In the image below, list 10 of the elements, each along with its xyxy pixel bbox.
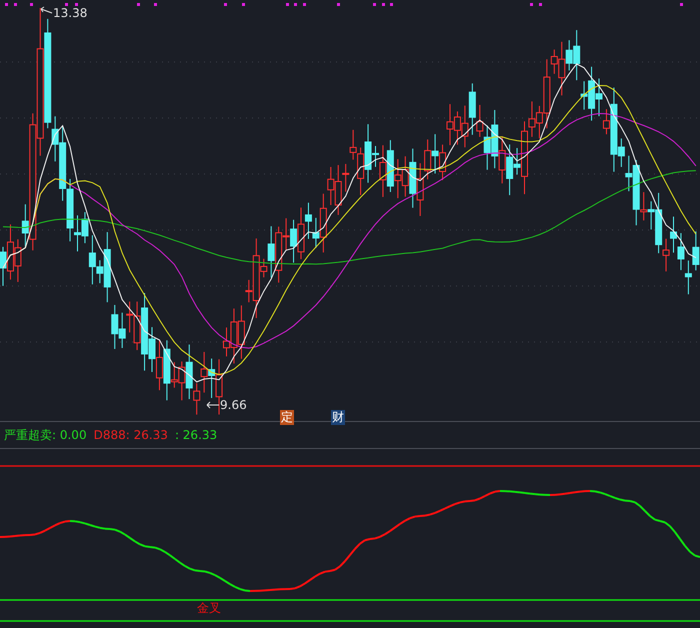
legend-text: D888: 26.33 [94,428,168,442]
leader-line [40,6,52,14]
low-price-label: 9.66 [220,398,247,412]
legend-text: 严重超卖: 0.00 [4,426,87,444]
high-price-label: 13.38 [53,6,88,20]
signal-label: 金叉 [197,601,221,615]
event-marker[interactable]: 定 [280,410,294,425]
legend-text: : 26.33 [174,428,218,442]
event-marker[interactable]: 财 [331,410,345,425]
leader-line [206,402,220,408]
